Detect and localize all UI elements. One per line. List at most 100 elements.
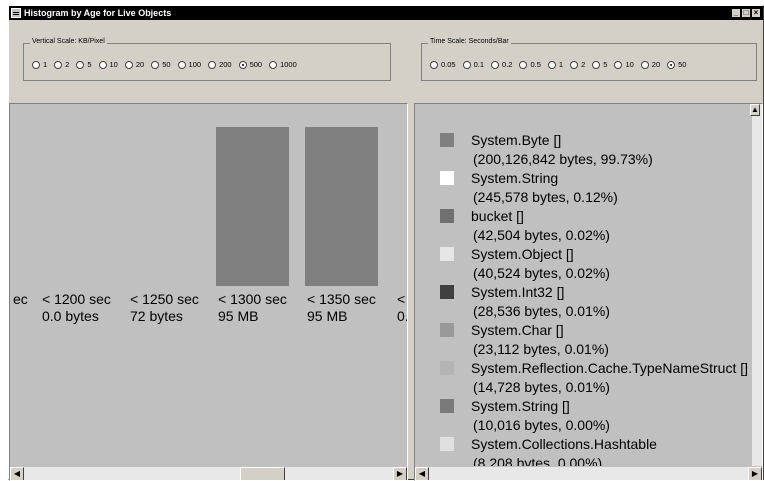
arrow-left-icon[interactable]: ◀: [415, 467, 429, 480]
vertical-scale-radio-label: 500: [249, 60, 263, 69]
vertical-scale-radio-label: 10: [109, 60, 118, 69]
radio-button-icon[interactable]: [124, 60, 133, 69]
vertical-scale-radio-50[interactable]: 50: [151, 60, 171, 69]
radio-button-icon[interactable]: [640, 60, 649, 69]
vertical-scale-radio-500[interactable]: 500: [238, 60, 263, 69]
time-scale-radio-label: 2: [581, 60, 586, 69]
title-bar[interactable]: Histogram by Age for Live Objects _ □ ×: [9, 6, 763, 20]
vertical-scale-radio-5[interactable]: 5: [76, 60, 92, 69]
partial-bucket-label: ec: [13, 291, 28, 307]
bucket-label: < 1250 sec: [130, 291, 199, 307]
legend-swatch: [440, 437, 454, 451]
legend-type-name: System.String []: [471, 398, 570, 414]
radio-button-icon[interactable]: [98, 60, 107, 69]
vertical-scale-radio-2[interactable]: 2: [54, 60, 69, 69]
bucket-label: < 1200 sec: [42, 291, 111, 307]
bucket-value: 95 MB: [218, 308, 259, 324]
legend-type-stats: (200,126,842 bytes, 99.73%): [473, 151, 653, 167]
arrow-right-icon[interactable]: ▶: [748, 467, 762, 480]
vertical-scale-radio-100[interactable]: 100: [177, 60, 202, 69]
time-scale-radio-5[interactable]: 5: [592, 60, 607, 69]
vertical-scale-radio-1000[interactable]: 1000: [269, 60, 297, 69]
histogram-hscrollbar[interactable]: ◀ ▶: [10, 466, 407, 480]
legend-type-name: System.Reflection.Cache.TypeNameStruct […: [471, 360, 748, 376]
time-scale-radio-50[interactable]: 50: [667, 60, 686, 69]
time-scale-radio-0_1[interactable]: 0.1: [462, 60, 484, 69]
legend-swatch: [440, 399, 454, 413]
vertical-scale-title: Vertical Scale: KB/Pixel: [30, 38, 107, 45]
bucket-label: <: [397, 291, 406, 307]
vertical-scale-radio-label: 100: [188, 60, 202, 69]
bucket-label: < 1350 sec: [307, 291, 376, 307]
radio-button-icon[interactable]: [519, 60, 528, 69]
radio-button-icon[interactable]: [177, 60, 186, 69]
legend-hscrollbar[interactable]: ◀ ▶: [415, 466, 762, 480]
vertical-scale-radio-10[interactable]: 10: [98, 60, 118, 69]
legend-type-name: System.Int32 []: [471, 284, 565, 300]
radio-button-icon[interactable]: [269, 60, 278, 69]
radio-button-icon[interactable]: [667, 60, 676, 69]
vertical-scale-radio-200[interactable]: 200: [208, 60, 232, 69]
time-scale-radio-2[interactable]: 2: [570, 60, 585, 69]
legend-type-stats: (42,504 bytes, 0.02%): [473, 227, 610, 243]
maximize-icon[interactable]: □: [741, 8, 751, 18]
legend-type-stats: (10,016 bytes, 0.00%): [473, 417, 610, 433]
radio-button-icon[interactable]: [151, 60, 160, 69]
time-scale-radio-0_05[interactable]: 0.05: [430, 60, 456, 69]
vertical-scale-radio-label: 50: [162, 60, 171, 69]
vertical-scale-radio-label: 1: [43, 60, 48, 69]
radio-button-icon[interactable]: [208, 60, 217, 69]
arrow-up-icon[interactable]: ▲: [750, 104, 760, 116]
bucket-value: 0.0 bytes: [42, 308, 99, 324]
radio-button-icon[interactable]: [32, 60, 40, 69]
legend-type-name: System.Object []: [471, 246, 574, 262]
vertical-scale-radio-1[interactable]: 1: [32, 60, 47, 69]
radio-button-icon[interactable]: [547, 60, 556, 69]
legend-type-name: System.Char []: [471, 322, 564, 338]
radio-button-icon[interactable]: [238, 60, 247, 69]
radio-button-icon[interactable]: [430, 60, 438, 69]
time-scale-radio-label: 0.5: [530, 60, 541, 69]
legend-type-name: bucket []: [471, 208, 524, 224]
radio-button-icon[interactable]: [491, 60, 500, 69]
time-scale-radio-1[interactable]: 1: [547, 60, 563, 69]
histogram-bar[interactable]: [305, 127, 378, 286]
time-scale-radio-0_2[interactable]: 0.2: [491, 60, 512, 69]
radio-button-icon[interactable]: [76, 60, 85, 69]
radio-button-icon[interactable]: [54, 60, 63, 69]
time-scale-radio-20[interactable]: 20: [640, 60, 661, 69]
histogram-window: Histogram by Age for Live Objects _ □ × …: [8, 5, 764, 481]
time-scale-radio-label: 5: [603, 60, 608, 69]
histogram-bar[interactable]: [216, 127, 289, 286]
vertical-scale-radio-label: 5: [87, 60, 92, 69]
arrow-left-icon[interactable]: ◀: [10, 467, 24, 480]
radio-button-icon[interactable]: [462, 60, 471, 69]
radio-button-icon[interactable]: [614, 60, 623, 69]
legend-swatch: [440, 171, 454, 185]
histogram-pane[interactable]: ec < 1200 sec 0.0 bytes < 1250 sec 72 bytes…: [9, 103, 408, 481]
time-scale-title: Time Scale: Seconds/Bar: [428, 38, 511, 45]
radio-button-icon[interactable]: [570, 60, 579, 69]
vertical-scale-radio-label: 1000: [280, 60, 297, 69]
arrow-right-icon[interactable]: ▶: [393, 467, 407, 480]
time-scale-radio-10[interactable]: 10: [614, 60, 634, 69]
vertical-scale-group: Vertical Scale: KB/Pixel 1 2 5 10 20 50 100 200…: [23, 38, 391, 81]
minimize-icon[interactable]: _: [731, 8, 741, 18]
close-icon[interactable]: ×: [751, 8, 761, 18]
time-scale-radio-label: 20: [651, 60, 661, 69]
legend-type-name: System.Byte []: [471, 132, 562, 148]
radio-button-icon[interactable]: [592, 60, 601, 69]
bucket-value: 72 bytes: [130, 308, 183, 324]
window-title: Histogram by Age for Live Objects: [24, 8, 172, 18]
legend-pane[interactable]: System.Byte [] (200,126,842 bytes, 99.73%…: [414, 103, 763, 481]
time-scale-radio-0_5[interactable]: 0.5: [519, 60, 541, 69]
legend-type-stats: (28,536 bytes, 0.01%): [473, 303, 610, 319]
histogram-scroll-thumb[interactable]: [240, 467, 285, 480]
legend-vscrollbar[interactable]: ▲: [750, 104, 762, 468]
time-scale-group: Time Scale: Seconds/Bar 0.05 0.1 0.2 0.5 1 2 5…: [421, 38, 757, 81]
vertical-scale-radio-20[interactable]: 20: [124, 60, 144, 69]
bucket-label: < 1300 sec: [218, 291, 287, 307]
time-scale-radio-label: 0.2: [502, 60, 513, 69]
legend-swatch: [440, 247, 454, 261]
time-scale-radio-label: 50: [678, 60, 687, 69]
